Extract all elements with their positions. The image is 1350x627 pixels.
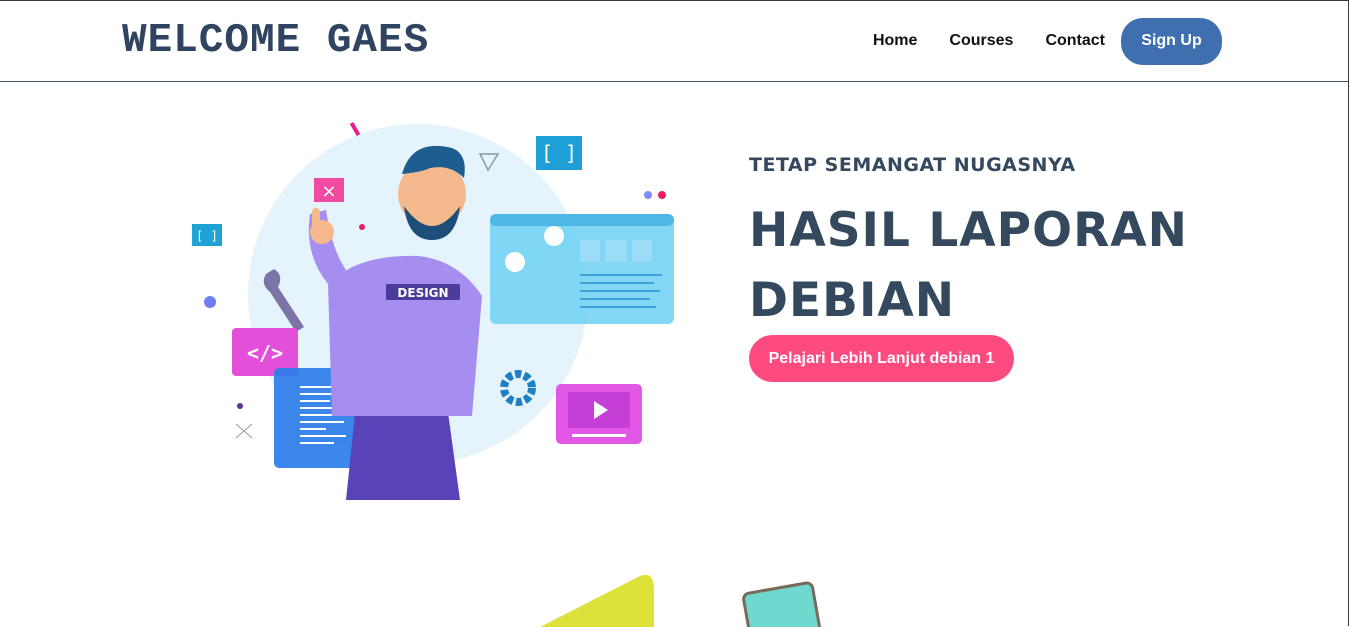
svg-text:[ ]: [ ] [541, 141, 577, 165]
svg-text:DESIGN: DESIGN [397, 286, 448, 300]
brand-logo[interactable]: WELCOME GAES [122, 17, 429, 65]
nav-links: Home Courses Contact Sign Up [873, 17, 1222, 65]
nav-courses-link[interactable]: Courses [949, 32, 1013, 50]
svg-text:[ ]: [ ] [196, 229, 218, 243]
hero-kicker: TETAP SEMANGAT NUGASNYA [749, 154, 1076, 176]
next-section-illustration-peek [540, 574, 823, 627]
svg-text:</>: </> [247, 341, 283, 365]
svg-text:×: × [321, 181, 336, 202]
hero-title: HASIL LAPORAN DEBIAN [749, 203, 1188, 328]
nav-contact-link[interactable]: Contact [1045, 32, 1105, 50]
nav-home-link[interactable]: Home [873, 32, 917, 50]
developer-illustration: [ ] [ ] × </> DESIGN [192, 121, 674, 500]
learn-more-button[interactable]: Pelajari Lebih Lanjut debian 1 [749, 335, 1014, 382]
top-navbar: WELCOME GAES Home Courses Contact Sign U… [0, 1, 1348, 82]
signup-button[interactable]: Sign Up [1121, 17, 1222, 65]
